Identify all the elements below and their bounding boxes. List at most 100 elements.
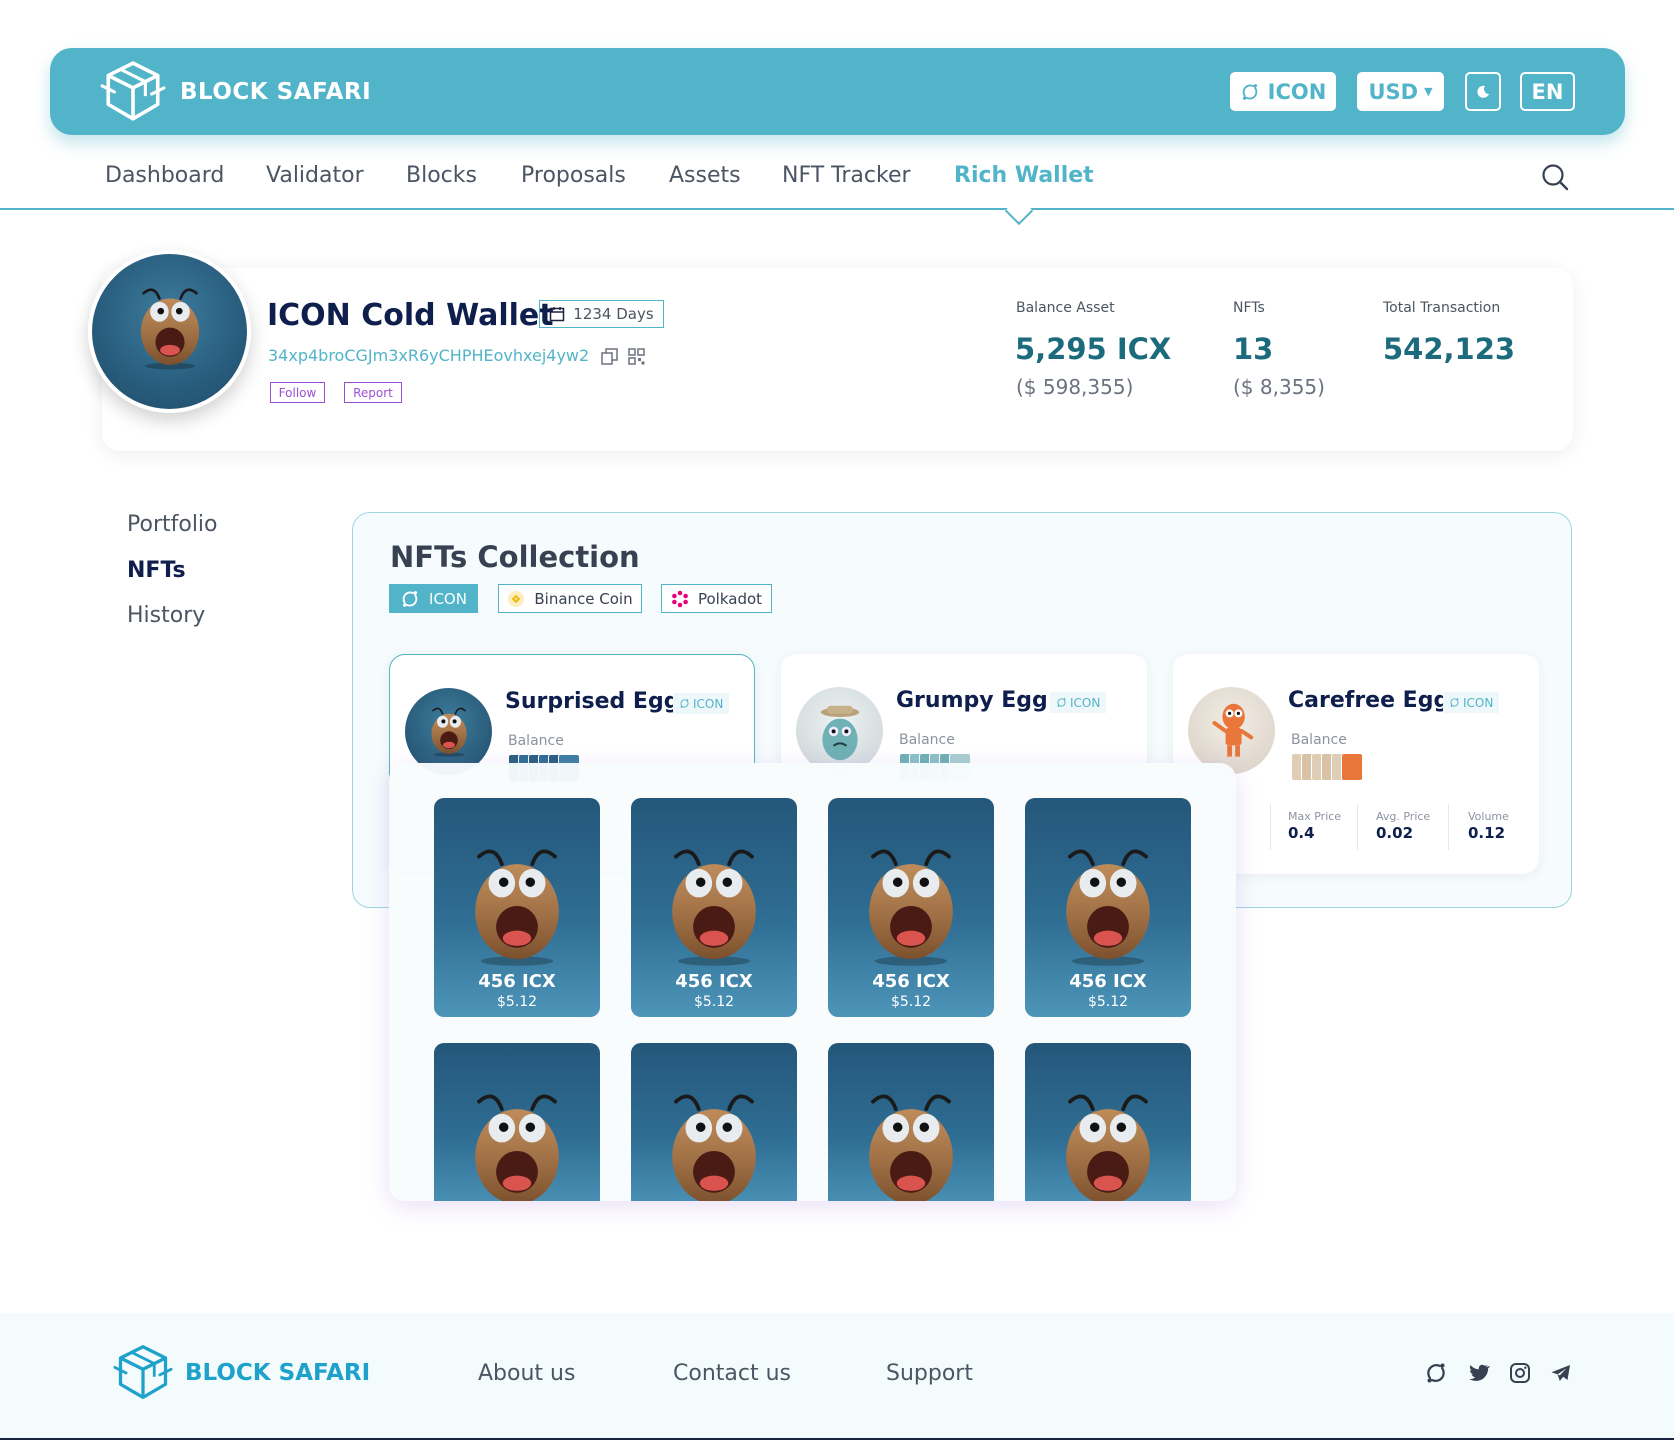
nft-avatar — [796, 687, 883, 774]
wallet-title: ICON Cold Wallet — [267, 298, 554, 333]
polkadot-icon — [672, 590, 688, 607]
nft-tile[interactable]: 456 ICX $5.12 — [434, 798, 600, 1017]
tile-usd-price: $5.12 — [890, 994, 932, 1010]
search-icon[interactable] — [1540, 162, 1570, 192]
nav-item-blocks[interactable]: Blocks — [406, 163, 477, 188]
stat-sub-nfts: ($ 8,355) — [1233, 375, 1325, 399]
chip-polkadot[interactable]: Polkadot — [661, 584, 772, 613]
main-nav: Dashboard Validator Blocks Proposals Ass… — [0, 148, 1674, 226]
top-header: BLOCK SAFARI ICON USD ▼ EN — [50, 48, 1625, 135]
grumpy-egg-icon — [820, 705, 860, 761]
footer-link-support[interactable]: Support — [886, 1361, 973, 1386]
nav-item-nft-tracker[interactable]: NFT Tracker — [782, 163, 911, 188]
block-safari-logo-icon — [100, 59, 166, 125]
active-nav-indicator — [1004, 196, 1034, 226]
surprised-egg-icon — [1051, 1087, 1165, 1201]
side-menu-history[interactable]: History — [127, 603, 205, 628]
balance-label: Balance — [1291, 732, 1347, 748]
balance-label: Balance — [899, 732, 955, 748]
currency-select-button[interactable]: USD ▼ — [1357, 72, 1444, 111]
nav-item-assets[interactable]: Assets — [669, 163, 741, 188]
nft-tile[interactable]: 456 ICX $5.12 — [1025, 798, 1191, 1017]
footer-brand-link[interactable]: BLOCK SAFARI — [113, 1343, 370, 1403]
nft-card-name: Carefree Egg — [1288, 688, 1450, 713]
stat-divider — [1270, 804, 1271, 850]
nft-tile[interactable] — [434, 1043, 600, 1201]
chip-binance-coin-label: Binance Coin — [534, 589, 633, 608]
nav-item-proposals[interactable]: Proposals — [521, 163, 626, 188]
stat-value-avg-price: 0.02 — [1376, 824, 1414, 842]
stat-label-max-price: Max Price — [1288, 810, 1342, 823]
nft-card-name: Grumpy Egg — [896, 688, 1048, 713]
wallet-avatar — [88, 250, 251, 413]
network-badge-label: ICON — [693, 696, 724, 711]
currency-select-label: USD — [1368, 79, 1419, 104]
qr-code-icon[interactable] — [628, 348, 645, 365]
brand-logo-link[interactable]: BLOCK SAFARI — [100, 56, 371, 128]
collection-title: NFTs Collection — [390, 540, 640, 574]
nft-avatar — [405, 688, 492, 775]
side-menu-nfts[interactable]: NFTs — [127, 558, 186, 583]
tile-price: 456 ICX — [1069, 971, 1147, 992]
balance-thumbnail-stack — [1291, 753, 1363, 781]
footer-brand-name: BLOCK SAFARI — [185, 1360, 371, 1386]
nav-item-dashboard[interactable]: Dashboard — [105, 163, 224, 188]
language-select-label: EN — [1531, 79, 1564, 104]
footer-link-about[interactable]: About us — [478, 1361, 575, 1386]
nft-tile[interactable] — [631, 1043, 797, 1201]
nft-tile[interactable] — [828, 1043, 994, 1201]
theme-toggle-button[interactable] — [1465, 72, 1501, 111]
surprised-egg-icon — [460, 1087, 574, 1201]
brand-name: BLOCK SAFARI — [180, 79, 372, 105]
twitter-icon[interactable] — [1466, 1361, 1490, 1385]
stat-divider — [1448, 804, 1449, 850]
binance-coin-icon — [508, 590, 525, 607]
network-badge: ICON — [673, 693, 730, 714]
surprised-egg-icon — [657, 1087, 771, 1201]
nav-item-validator[interactable]: Validator — [266, 163, 364, 188]
chip-polkadot-label: Polkadot — [697, 589, 763, 608]
surprised-egg-icon — [1051, 842, 1165, 968]
surprised-egg-avatar-icon — [130, 284, 210, 370]
stat-divider — [1357, 804, 1358, 850]
stat-label-avg-price: Avg. Price — [1376, 810, 1431, 823]
tile-usd-price: $5.12 — [1087, 994, 1129, 1010]
block-safari-logo-icon — [113, 1343, 173, 1403]
nft-balance-popup: 456 ICX $5.12 456 ICX $5.12 456 ICX $5.1… — [389, 763, 1236, 1201]
network-select-button[interactable]: ICON — [1230, 72, 1336, 111]
side-menu-portfolio[interactable]: Portfolio — [127, 512, 218, 537]
nft-tile[interactable] — [1025, 1043, 1191, 1201]
tile-usd-price: $5.12 — [496, 994, 538, 1010]
wallet-address[interactable]: 34xp4broCGJm3xR6yCHPHEovhxej4yw2 — [268, 346, 589, 365]
nft-tile[interactable]: 456 ICX $5.12 — [828, 798, 994, 1017]
report-button[interactable]: Report — [344, 382, 402, 403]
tile-usd-price: $5.12 — [693, 994, 735, 1010]
chip-icon-label: ICON — [429, 589, 467, 608]
icon-network-icon — [1240, 82, 1260, 102]
instagram-icon[interactable] — [1508, 1361, 1532, 1385]
stat-value-max-price: 0.4 — [1288, 824, 1315, 842]
nft-tile[interactable]: 456 ICX $5.12 — [631, 798, 797, 1017]
icon-network-icon[interactable] — [1424, 1361, 1448, 1385]
footer-link-contact[interactable]: Contact us — [673, 1361, 791, 1386]
stat-sub-balance: ($ 598,355) — [1016, 375, 1134, 399]
carefree-egg-icon — [1212, 703, 1254, 757]
network-select-label: ICON — [1267, 79, 1327, 104]
follow-button[interactable]: Follow — [270, 382, 325, 403]
icon-network-icon — [400, 589, 420, 609]
chip-icon[interactable]: ICON — [389, 584, 478, 613]
copy-icon[interactable] — [601, 348, 618, 365]
chip-binance-coin[interactable]: Binance Coin — [498, 584, 642, 613]
icon-network-icon — [679, 698, 690, 709]
nft-card-name: Surprised Egg — [505, 689, 680, 714]
stat-value-volume: 0.12 — [1468, 824, 1506, 842]
nav-item-rich-wallet[interactable]: Rich Wallet — [954, 163, 1094, 188]
stat-value-transactions: 542,123 — [1383, 332, 1516, 366]
surprised-egg-icon — [854, 1087, 968, 1201]
telegram-icon[interactable] — [1549, 1361, 1573, 1385]
stat-label-transactions: Total Transaction — [1383, 300, 1501, 316]
stat-label-balance: Balance Asset — [1016, 300, 1115, 316]
chevron-down-icon: ▼ — [1424, 85, 1433, 98]
language-select-button[interactable]: EN — [1520, 72, 1575, 111]
stat-value-nfts: 13 — [1233, 332, 1274, 366]
